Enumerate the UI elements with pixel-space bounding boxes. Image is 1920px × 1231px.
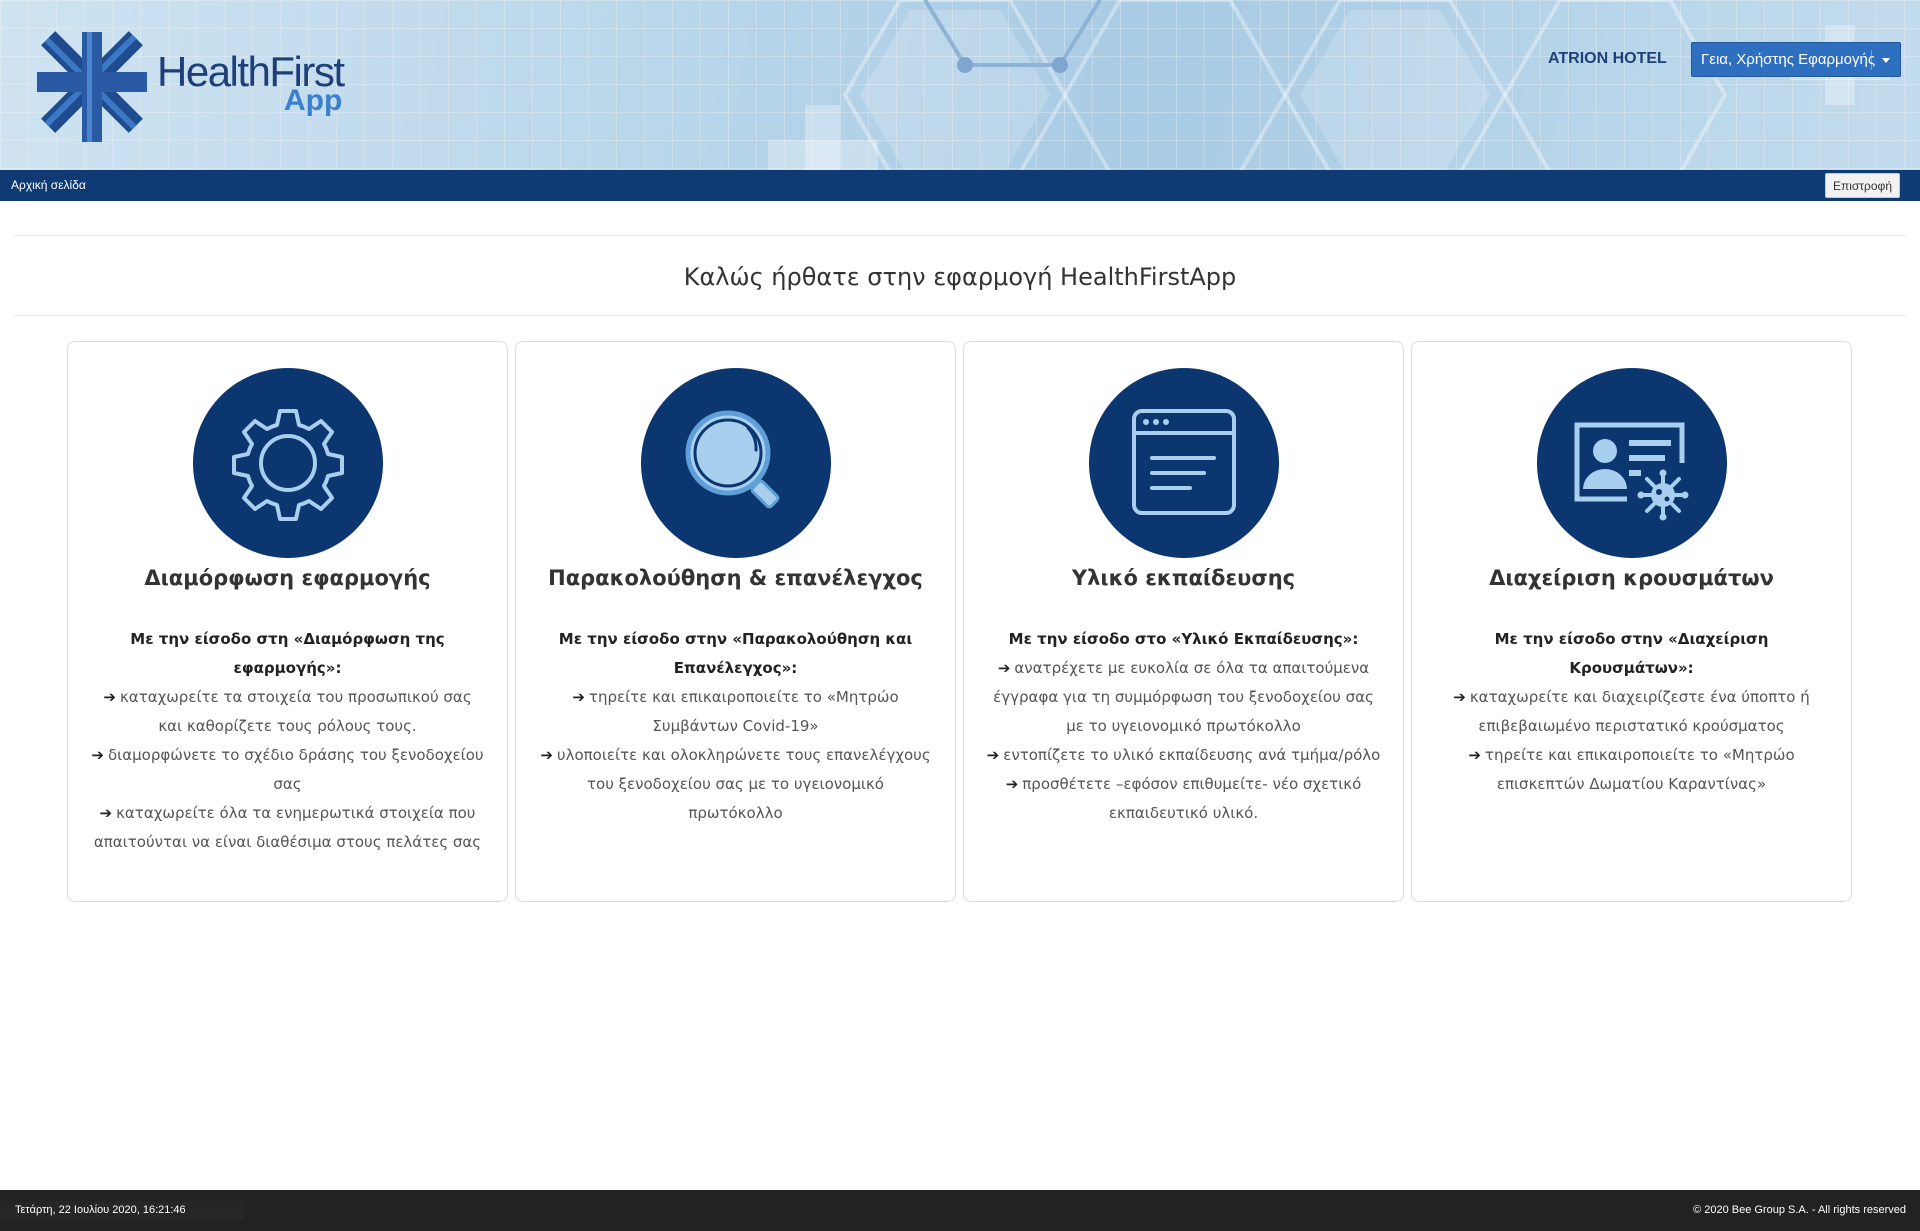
footer-copyright: © 2020 Bee Group S.A. - All rights reser… (1693, 1204, 1906, 1216)
card-lead: Με την είσοδο στην «Διαχείριση Κρουσμάτω… (1494, 630, 1769, 677)
welcome-section: Καλώς ήρθατε στην εφαρμογή HealthFirstAp… (14, 235, 1906, 316)
arrow-right-icon: ➔ (1005, 775, 1019, 793)
page-title: Καλώς ήρθατε στην εφαρμογή HealthFirstAp… (683, 263, 1237, 291)
card-title: Υλικό εκπαίδευσης (1071, 566, 1296, 590)
header-banner: HealthFirst App ATRION HOTEL Γεια, Χρήστ… (0, 0, 1920, 170)
card-description: Με την είσοδο στη «Διαμόρφωση της εφαρμο… (90, 625, 485, 857)
arrow-right-icon: ➔ (1468, 746, 1481, 764)
dropdown-separator (1871, 50, 1872, 70)
back-button[interactable]: Επιστροφή (1824, 173, 1900, 198)
card-title: Διαμόρφωση εφαρμογής (144, 566, 431, 590)
hotel-name: ATRION HOTEL (1548, 50, 1667, 67)
list-item: ➔ προσθέτετε –εφόσον επιθυμείτε- νέο σχετ… (986, 770, 1381, 828)
nav-home-link[interactable]: Αρχική σελίδα (11, 178, 86, 192)
card-title: Διαχείριση κρουσμάτων (1489, 566, 1774, 590)
card-training-material[interactable]: Υλικό εκπαίδευσης Με την είσοδο στο «Υλι… (963, 341, 1404, 902)
card-case-management[interactable]: Διαχείριση κρουσμάτων Με την είσοδο στην… (1411, 341, 1852, 902)
list-item: ➔ υλοποιείτε και ολοκληρώνετε τους επανελ… (538, 741, 933, 828)
card-lead: Με την είσοδο στο «Υλικό Εκπαίδευσης»: (1008, 630, 1359, 648)
footer-datetime: Τετάρτη, 22 Ιουλίου 2020, 16:21:46 (15, 1204, 186, 1216)
list-item: ➔ καταχωρείτε και διαχειρίζεστε ένα ύποπτ… (1434, 683, 1829, 741)
card-lead: Με την είσοδο στη «Διαμόρφωση της εφαρμο… (130, 630, 445, 677)
arrow-right-icon: ➔ (572, 688, 585, 706)
card-app-configuration[interactable]: Διαμόρφωση εφαρμογής Με την είσοδο στη «… (67, 341, 508, 902)
list-item: ➔ τηρείτε και επικαιροποιείτε το «Μητρώο … (1434, 741, 1829, 799)
magnifier-icon (641, 368, 831, 558)
list-item: ➔ καταχωρείτε όλα τα ενημερωτικά στοιχεία… (90, 799, 485, 857)
card-description: Με την είσοδο στην «Διαχείριση Κρουσμάτω… (1434, 625, 1829, 799)
logo-mark-icon (37, 31, 147, 142)
arrow-right-icon: ➔ (997, 659, 1011, 677)
logo-text-app: App (284, 84, 343, 117)
healthfirst-logo[interactable]: HealthFirst App (30, 20, 360, 145)
arrow-right-icon: ➔ (91, 746, 104, 764)
list-item: ➔ εντοπίζετε το υλικό εκπαίδευσης ανά τμή… (986, 741, 1381, 770)
card-lead: Με την είσοδο στην «Παρακολούθηση και Επ… (558, 630, 913, 677)
user-menu-dropdown[interactable]: Γεια, Χρήστης Εφαρμογής (1691, 42, 1901, 77)
card-description: Με την είσοδο στην «Παρακολούθηση και Επ… (538, 625, 933, 828)
list-item: ➔ διαμορφώνετε το σχέδιο δράσης του ξενοδ… (90, 741, 485, 799)
arrow-right-icon: ➔ (1453, 688, 1466, 706)
footer: Τετάρτη, 22 Ιουλίου 2020, 16:21:46 © 202… (0, 1190, 1920, 1231)
list-item: ➔ τηρείτε και επικαιροποιείτε το «Μητρώο … (538, 683, 933, 741)
caret-down-icon (1882, 58, 1890, 63)
arrow-right-icon: ➔ (986, 746, 1000, 764)
feature-cards: Διαμόρφωση εφαρμογής Με την είσοδο στη «… (67, 341, 1853, 902)
document-window-icon (1089, 368, 1279, 558)
id-card-virus-icon (1537, 368, 1727, 558)
user-greeting-label: Γεια, Χρήστης Εφαρμογής (1701, 51, 1876, 68)
arrow-right-icon: ➔ (103, 688, 116, 706)
arrow-right-icon: ➔ (99, 804, 113, 822)
list-item: ➔ ανατρέχετε με ευκολία σε όλα τα απαιτού… (986, 654, 1381, 741)
gear-icon (193, 368, 383, 558)
card-monitoring-review[interactable]: Παρακολούθηση & επανέλεγχος Με την είσοδ… (515, 341, 956, 902)
card-title: Παρακολούθηση & επανέλεγχος (548, 566, 923, 590)
arrow-right-icon: ➔ (540, 746, 553, 764)
list-item: ➔ καταχωρείτε τα στοιχεία του προσωπικού … (90, 683, 485, 741)
card-description: Με την είσοδο στο «Υλικό Εκπαίδευσης»: ➔… (986, 625, 1381, 828)
navbar: Αρχική σελίδα Επιστροφή (0, 170, 1920, 201)
